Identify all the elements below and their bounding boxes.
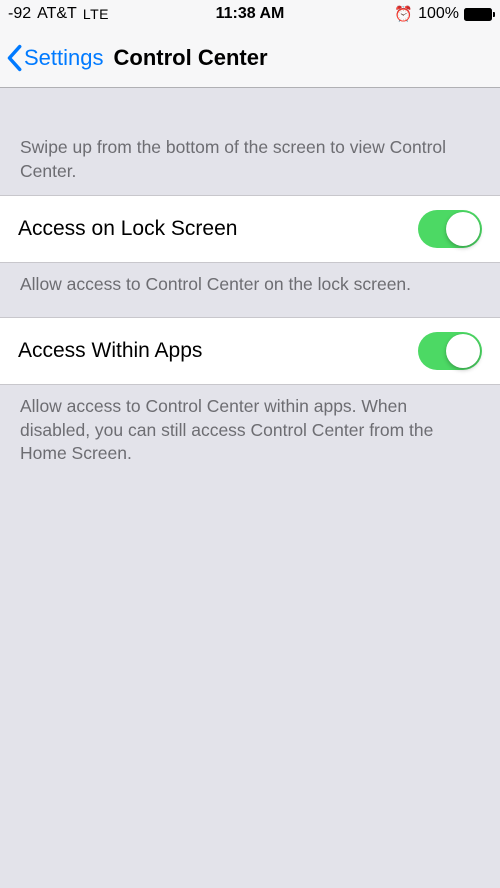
nav-bar: Settings Control Center [0, 28, 500, 88]
access-within-apps-footer: Allow access to Control Center within ap… [0, 385, 500, 486]
page-title: Control Center [114, 45, 268, 71]
access-lock-screen-toggle[interactable] [418, 210, 482, 248]
access-within-apps-toggle[interactable] [418, 332, 482, 370]
intro-text: Swipe up from the bottom of the screen t… [0, 88, 500, 195]
toggle-knob [446, 212, 480, 246]
status-right: ⏰ 100% [394, 5, 492, 23]
back-button[interactable]: Settings [6, 44, 104, 72]
battery-percent: 100% [418, 5, 459, 23]
chevron-left-icon [6, 44, 22, 72]
access-lock-screen-footer: Allow access to Control Center on the lo… [0, 263, 500, 317]
status-left: -92 AT&T LTE [8, 5, 109, 23]
content: Swipe up from the bottom of the screen t… [0, 88, 500, 486]
access-within-apps-row: Access Within Apps [0, 317, 500, 385]
access-within-apps-label: Access Within Apps [18, 339, 202, 363]
alarm-icon: ⏰ [394, 5, 413, 23]
signal-strength: -92 [8, 5, 31, 23]
access-lock-screen-row: Access on Lock Screen [0, 195, 500, 263]
clock: 11:38 AM [216, 5, 285, 23]
carrier-label: AT&T [37, 5, 77, 23]
network-type: LTE [83, 6, 109, 22]
back-label: Settings [24, 45, 104, 71]
battery-icon [464, 8, 492, 21]
status-bar: -92 AT&T LTE 11:38 AM ⏰ 100% [0, 0, 500, 28]
toggle-knob [446, 334, 480, 368]
access-lock-screen-label: Access on Lock Screen [18, 217, 237, 241]
